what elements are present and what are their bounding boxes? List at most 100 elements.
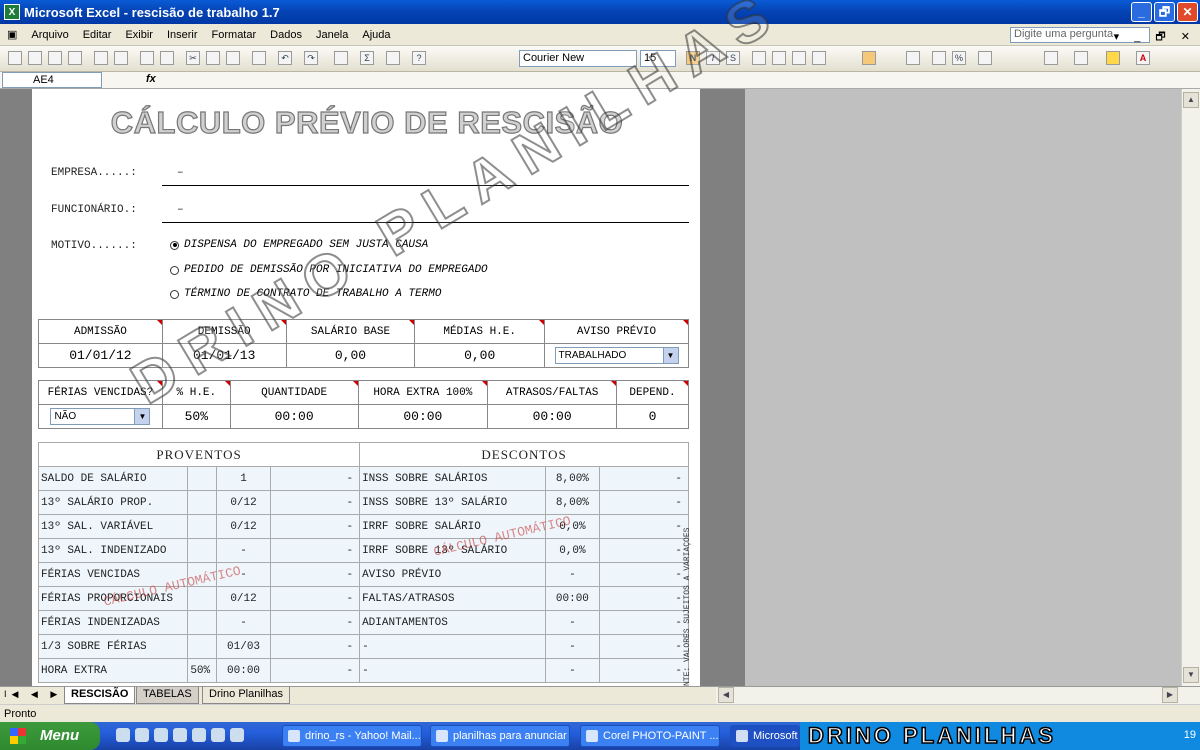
provento-extra[interactable]: [187, 610, 218, 635]
provento-label[interactable]: FÉRIAS INDENIZADAS: [37, 610, 189, 635]
provento-label[interactable]: 13º SAL. VARIÁVEL: [37, 514, 189, 539]
font-color-icon[interactable]: A: [1136, 51, 1150, 65]
tab-tabelas[interactable]: TABELAS: [136, 687, 199, 704]
radio-icon[interactable]: [170, 289, 179, 299]
provento-quantity[interactable]: 0/12: [216, 514, 271, 539]
align-right-icon[interactable]: [792, 51, 806, 65]
desconto-value[interactable]: -: [598, 514, 690, 539]
clock[interactable]: 19: [1184, 729, 1196, 741]
salario-base-value[interactable]: 0,00: [285, 343, 416, 368]
desconto-value[interactable]: -: [598, 466, 690, 491]
provento-extra[interactable]: [187, 466, 218, 491]
provento-label[interactable]: 1/3 SOBRE FÉRIAS: [37, 634, 189, 659]
format-painter-icon[interactable]: [252, 51, 266, 65]
empresa-field[interactable]: –: [177, 167, 184, 179]
italic-icon[interactable]: I: [706, 51, 720, 65]
open-icon[interactable]: [28, 51, 42, 65]
provento-quantity[interactable]: 1: [216, 466, 271, 491]
menu-arquivo[interactable]: Arquivo: [24, 29, 75, 41]
save-icon[interactable]: [48, 51, 62, 65]
provento-extra[interactable]: [187, 514, 218, 539]
desconto-value[interactable]: -: [598, 562, 690, 587]
distributed-icon[interactable]: [862, 51, 876, 65]
provento-value[interactable]: -: [269, 466, 361, 491]
desconto-value[interactable]: -: [598, 538, 690, 563]
provento-extra[interactable]: [187, 634, 218, 659]
desconto-label[interactable]: AVISO PRÉVIO: [359, 562, 547, 587]
radio-selected-icon[interactable]: [170, 240, 179, 250]
provento-value[interactable]: -: [269, 562, 361, 587]
provento-label[interactable]: 13º SALÁRIO PROP.: [37, 490, 189, 515]
desconto-value[interactable]: -: [598, 490, 690, 515]
worksheet[interactable]: CÁLCULO PRÉVIO DE RESCISÃO EMPRESA.....:…: [32, 89, 700, 686]
desconto-value[interactable]: -: [598, 634, 690, 659]
provento-extra[interactable]: [187, 538, 218, 563]
desconto-quantity[interactable]: -: [545, 658, 600, 683]
scroll-right-icon[interactable]: ▶: [1162, 687, 1178, 703]
desconto-quantity[interactable]: -: [545, 634, 600, 659]
demissao-value[interactable]: 01/01/13: [161, 343, 287, 368]
font-size-select[interactable]: 15: [640, 50, 676, 67]
desconto-quantity[interactable]: -: [545, 562, 600, 587]
provento-extra[interactable]: [187, 490, 218, 515]
close-button[interactable]: ✕: [1177, 2, 1198, 22]
underline-icon[interactable]: S: [726, 51, 740, 65]
sort-icon[interactable]: [386, 51, 400, 65]
borders-icon[interactable]: [1074, 51, 1088, 65]
desconto-value[interactable]: -: [598, 658, 690, 683]
provento-quantity[interactable]: -: [216, 610, 271, 635]
cut-icon[interactable]: ✂: [186, 51, 200, 65]
desconto-quantity[interactable]: 8,00%: [545, 490, 600, 515]
merge-center-icon[interactable]: [906, 51, 920, 65]
desconto-label[interactable]: ADIANTAMENTOS: [359, 610, 547, 635]
align-center-icon[interactable]: [772, 51, 786, 65]
provento-quantity[interactable]: 0/12: [216, 490, 271, 515]
desconto-quantity[interactable]: 0,0%: [545, 538, 600, 563]
paste-icon[interactable]: [226, 51, 240, 65]
maximize-button[interactable]: 🗗: [1154, 2, 1175, 22]
comma-style-icon[interactable]: [978, 51, 992, 65]
desconto-quantity[interactable]: -: [545, 610, 600, 635]
menu-editar[interactable]: Editar: [76, 29, 119, 41]
fx-icon[interactable]: fx: [146, 73, 156, 85]
hyperlink-icon[interactable]: [334, 51, 348, 65]
percent-he-value[interactable]: 50%: [161, 404, 231, 429]
taskbar-item-excel[interactable]: Microsoft Ex...: [730, 725, 800, 747]
provento-label[interactable]: 13º SAL. INDENIZADO: [37, 538, 189, 563]
quicklaunch-icon[interactable]: [192, 728, 206, 742]
provento-label[interactable]: SALDO DE SALÁRIO: [37, 466, 189, 491]
desconto-label[interactable]: -: [359, 658, 547, 683]
quicklaunch-icon[interactable]: [135, 728, 149, 742]
aviso-previo-dropdown[interactable]: TRABALHADO ▼: [554, 347, 679, 364]
provento-value[interactable]: -: [269, 514, 361, 539]
redo-icon[interactable]: ↷: [304, 51, 318, 65]
provento-value[interactable]: -: [269, 490, 361, 515]
spelling-icon[interactable]: [140, 51, 154, 65]
scroll-left-icon[interactable]: ◀: [718, 687, 734, 703]
desconto-label[interactable]: INSS SOBRE SALÁRIOS: [359, 466, 547, 491]
excel-app-icon[interactable]: X: [4, 4, 20, 20]
desconto-value[interactable]: -: [598, 610, 690, 635]
copy-icon[interactable]: [206, 51, 220, 65]
name-box[interactable]: AE4: [2, 72, 102, 88]
horizontal-scrollbar[interactable]: ◀ ▶: [716, 686, 1200, 704]
atrasos-faltas-value[interactable]: 00:00: [487, 404, 618, 429]
font-name-select[interactable]: Courier New: [519, 50, 637, 67]
provento-value[interactable]: -: [269, 586, 361, 611]
desconto-quantity[interactable]: 8,00%: [545, 466, 600, 491]
dependentes-value[interactable]: 0: [616, 404, 689, 429]
scroll-down-icon[interactable]: ▼: [1183, 667, 1199, 683]
vertical-scrollbar[interactable]: ▲ ▼: [1181, 89, 1200, 686]
research-icon[interactable]: [160, 51, 174, 65]
quicklaunch-icon[interactable]: [154, 728, 168, 742]
quantidade-value[interactable]: 00:00: [229, 404, 359, 429]
desconto-label[interactable]: INSS SOBRE 13º SALÁRIO: [359, 490, 547, 515]
start-button[interactable]: Menu: [0, 722, 100, 750]
chevron-down-icon[interactable]: ▼: [134, 409, 150, 424]
motivo-option-termino[interactable]: TÉRMINO DE CONTRATO DE TRABALHO A TERMO: [170, 288, 441, 300]
indent-icon[interactable]: [1044, 51, 1058, 65]
menu-doc-icon[interactable]: ▣: [0, 28, 24, 41]
tab-drino-planilhas[interactable]: Drino Planilhas: [202, 687, 290, 704]
workbook-window-controls[interactable]: ▾ _ 🗗 ✕: [1114, 28, 1196, 47]
quicklaunch-icon[interactable]: [211, 728, 225, 742]
